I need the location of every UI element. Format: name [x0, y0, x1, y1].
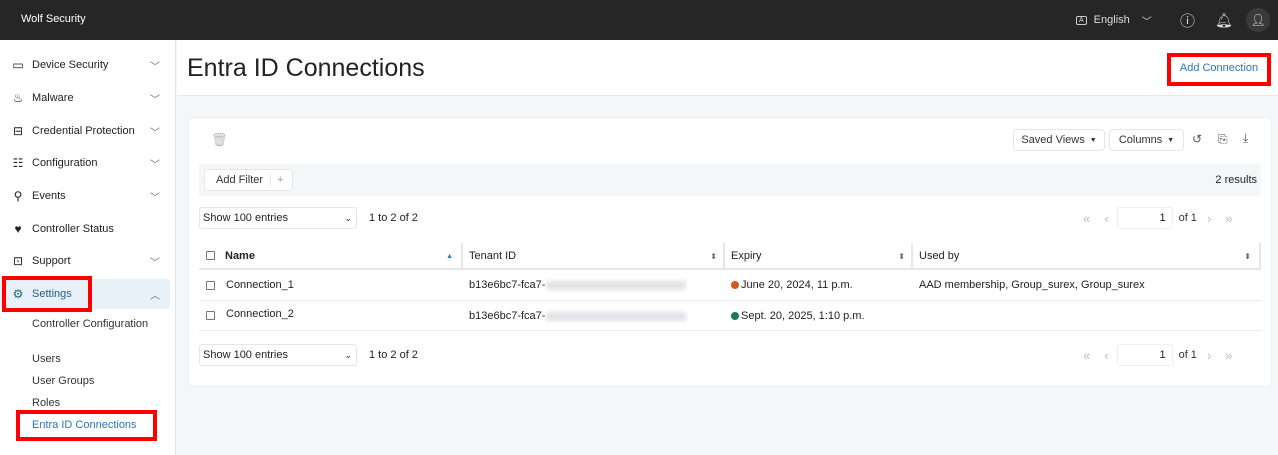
first-page-icon[interactable]: «	[1083, 348, 1090, 363]
sidebar: ▭ Device Security ﹀ ♨ Malware ﹀ ⊟ Credential …	[0, 40, 176, 455]
results-count: 2 results	[1215, 174, 1257, 186]
chevron-down-icon: ⌄	[344, 212, 352, 223]
expiry: Sept. 20, 2025, 1:10 p.m.	[731, 310, 865, 322]
page-size-select[interactable]: Show 100 entries ⌄	[199, 207, 357, 229]
sort-asc-icon: ▲	[446, 252, 453, 260]
column-header-tenant-id[interactable]: Tenant ID ⬍	[463, 243, 725, 269]
add-filter-button[interactable]: Add Filter +	[204, 169, 293, 191]
sidebar-sub-user-groups[interactable]: User Groups	[32, 375, 94, 387]
delete-icon[interactable]: 🗑︎	[211, 132, 228, 148]
row-divider	[199, 300, 1261, 301]
page-count: of 1	[1178, 349, 1197, 361]
laptop-icon: ▭	[12, 58, 24, 72]
gear-icon: ⚙	[12, 287, 24, 301]
language-icon: A	[1076, 15, 1087, 25]
chevron-down-icon: ﹀	[150, 192, 160, 204]
briefcase-icon: ⊡	[12, 254, 24, 268]
plus-icon: +	[277, 174, 284, 186]
bell-icon[interactable]: 🔔︎	[1215, 0, 1233, 40]
redacted-text	[546, 280, 687, 290]
sidebar-item-configuration[interactable]: ☷ Configuration ﹀	[0, 148, 170, 178]
page-header: Entra ID Connections Add Connection	[177, 40, 1278, 96]
sliders-icon: ☷	[12, 156, 24, 170]
chevron-down-icon: ﹀	[150, 127, 160, 139]
filter-bar: Add Filter + 2 results	[199, 164, 1261, 196]
status-dot	[731, 312, 739, 320]
select-all-checkbox[interactable]	[206, 251, 215, 260]
credential-icon: ⊟	[12, 124, 24, 138]
flame-icon: ♨	[12, 91, 24, 105]
user-avatar[interactable]: 👤︎	[1246, 0, 1270, 40]
next-page-icon[interactable]: ›	[1207, 348, 1211, 363]
connections-table-card: 🗑︎ Saved Views ▼ Columns ▼ ↺ ⎘ ⤓ Add Filte…	[188, 117, 1272, 387]
page-count: of 1	[1178, 212, 1197, 224]
saved-views-button[interactable]: Saved Views ▼	[1013, 129, 1105, 151]
chevron-down-icon: ﹀	[150, 257, 160, 269]
column-header-name[interactable]: Name ▲	[225, 243, 463, 269]
redacted-text	[546, 311, 687, 321]
first-page-icon[interactable]: «	[1083, 211, 1090, 226]
sidebar-item-events[interactable]: ⚲ Events ﹀	[0, 181, 170, 211]
columns-button[interactable]: Columns ▼	[1109, 129, 1184, 151]
copy-icon[interactable]: ⎘	[1218, 132, 1228, 147]
prev-page-icon[interactable]: ‹	[1104, 211, 1108, 226]
row-divider	[199, 330, 1261, 331]
page-size-select-bottom[interactable]: Show 100 entries ⌄	[199, 344, 357, 366]
add-connection-button[interactable]: Add Connection	[1175, 56, 1263, 80]
chevron-down-icon: ⌄	[344, 349, 352, 360]
chevron-down-icon: ﹀	[1141, 16, 1152, 28]
connection-name[interactable]: Connection_1	[226, 279, 294, 291]
sidebar-sub-users[interactable]: Users	[32, 353, 61, 365]
page-input[interactable]: 1	[1116, 207, 1173, 229]
chevron-down-icon: ﹀	[150, 159, 160, 171]
language-selector[interactable]: A English ﹀	[1076, 0, 1152, 40]
header-divider	[199, 268, 1261, 270]
sidebar-item-controller-status[interactable]: ♥ Controller Status	[0, 214, 170, 244]
sidebar-item-malware[interactable]: ♨ Malware ﹀	[0, 83, 170, 113]
chevron-up-icon: ︿	[150, 290, 160, 302]
tenant-id: b13e6bc7-fca7-	[469, 279, 687, 291]
used-by: AAD membership, Group_surex, Group_surex	[919, 279, 1145, 291]
sidebar-sub-controller-configuration[interactable]: Controller Configuration	[32, 316, 148, 332]
caret-down-icon: ▼	[1167, 136, 1175, 144]
sort-icon: ⬍	[710, 251, 717, 261]
row-checkbox[interactable]	[206, 311, 215, 320]
pagination: « ‹ 1 of 1 › »	[1083, 207, 1233, 229]
pagination-bottom: « ‹ 1 of 1 › »	[1083, 344, 1233, 366]
sidebar-sub-entra-id-connections[interactable]: Entra ID Connections	[32, 419, 137, 431]
last-page-icon[interactable]: »	[1225, 348, 1232, 363]
chevron-down-icon: ﹀	[150, 61, 160, 73]
page-title: Entra ID Connections	[187, 54, 425, 82]
prev-page-icon[interactable]: ‹	[1104, 348, 1108, 363]
sort-icon: ⬍	[898, 251, 905, 261]
sidebar-item-support[interactable]: ⊡ Support ﹀	[0, 246, 170, 276]
column-header-used-by[interactable]: Used by ⬍	[913, 243, 1261, 269]
page-input[interactable]: 1	[1116, 344, 1173, 366]
history-icon[interactable]: ↺	[1192, 132, 1202, 146]
download-icon[interactable]: ⤓	[1243, 131, 1248, 146]
column-header-expiry[interactable]: Expiry ⬍	[725, 243, 913, 269]
language-label: English	[1093, 14, 1130, 26]
sidebar-item-device-security[interactable]: ▭ Device Security ﹀	[0, 50, 170, 80]
expiry: June 20, 2024, 11 p.m.	[731, 279, 853, 291]
top-bar: Wolf Security A English ﹀ ⓘ 🔔︎ 👤︎	[0, 0, 1278, 40]
range-label-bottom: 1 to 2 of 2	[369, 349, 418, 361]
heartbeat-icon: ♥	[14, 222, 22, 236]
help-icon[interactable]: ⓘ	[1180, 0, 1195, 40]
sidebar-item-credential-protection[interactable]: ⊟ Credential Protection ﹀	[0, 116, 170, 146]
last-page-icon[interactable]: »	[1225, 211, 1232, 226]
status-dot	[731, 281, 739, 289]
chevron-down-icon: ﹀	[150, 94, 160, 106]
events-icon: ⚲	[13, 189, 23, 203]
sidebar-sub-roles[interactable]: Roles	[32, 397, 60, 409]
caret-down-icon: ▼	[1089, 136, 1097, 144]
tenant-id: b13e6bc7-fca7-	[469, 310, 687, 322]
row-checkbox[interactable]	[206, 281, 215, 290]
sidebar-item-settings[interactable]: ⚙ Settings ︿	[0, 279, 170, 309]
next-page-icon[interactable]: ›	[1207, 211, 1211, 226]
connection-name[interactable]: Connection_2	[226, 308, 294, 320]
app-title: Wolf Security	[21, 13, 86, 25]
range-label: 1 to 2 of 2	[369, 212, 418, 224]
sort-icon: ⬍	[1244, 251, 1251, 261]
